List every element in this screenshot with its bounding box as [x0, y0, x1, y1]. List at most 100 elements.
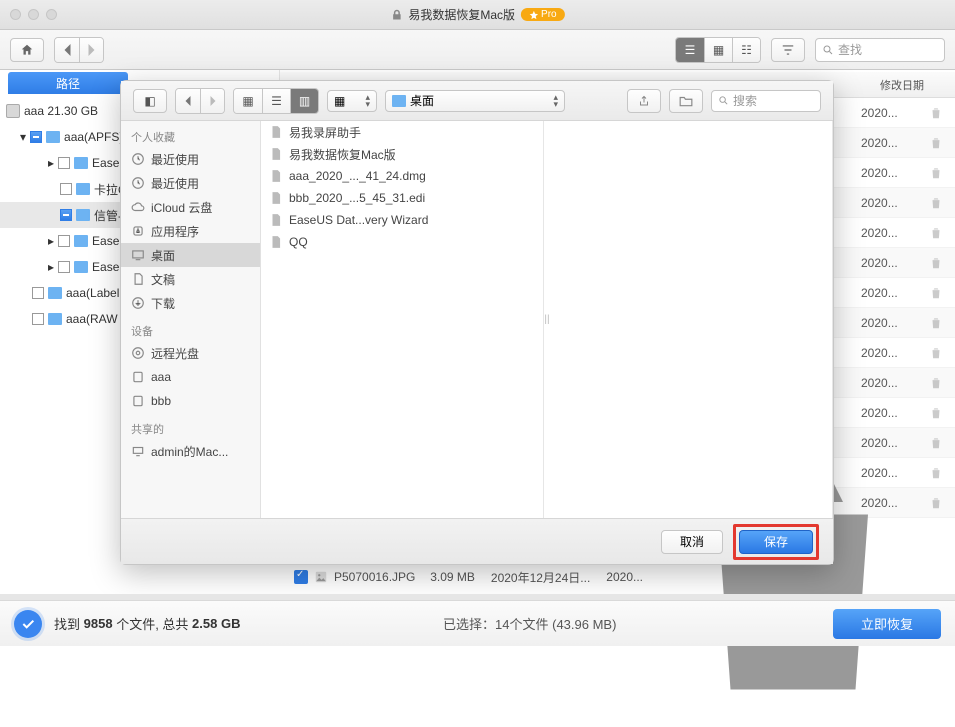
- column-item[interactable]: 易我录屏助手: [261, 121, 543, 143]
- cancel-button[interactable]: 取消: [661, 530, 723, 554]
- down-icon: [131, 296, 145, 310]
- sheet-nav[interactable]: [175, 88, 225, 114]
- sidebar-item[interactable]: aaa: [121, 365, 260, 389]
- sidebar-item[interactable]: 最近使用: [121, 147, 260, 171]
- column-view-button[interactable]: ☷: [732, 38, 760, 62]
- file-icon: [269, 147, 283, 161]
- found-count: 9858: [84, 616, 113, 631]
- filter-button[interactable]: [771, 38, 805, 62]
- checkbox-icon[interactable]: [30, 131, 42, 143]
- trash-icon[interactable]: [929, 406, 943, 420]
- folder-icon: [76, 209, 90, 221]
- column-item[interactable]: QQ: [261, 231, 543, 253]
- window-controls[interactable]: [10, 9, 57, 20]
- save-dialog-toolbar: ◧ ▦ ☰ ▥ ▦▴▾ 桌面 ▴▾ 搜索: [121, 81, 833, 121]
- column-view[interactable]: ▥: [290, 89, 318, 113]
- back-button[interactable]: [55, 38, 79, 62]
- trash-icon[interactable]: [929, 196, 943, 210]
- sidebar-toggle-button[interactable]: ◧: [133, 89, 167, 113]
- checkbox-icon[interactable]: [58, 235, 70, 247]
- trash-icon[interactable]: [929, 286, 943, 300]
- hdd-icon: [6, 104, 20, 118]
- recover-button[interactable]: 立即恢复: [833, 609, 941, 639]
- sidebar-section-favorites: 个人收藏: [121, 121, 260, 147]
- trash-icon[interactable]: [929, 106, 943, 120]
- forward-button[interactable]: [79, 38, 103, 62]
- sidebar-item[interactable]: 远程光盘: [121, 341, 260, 365]
- column-item[interactable]: EaseUS Dat...very Wizard: [261, 209, 543, 231]
- icon-view[interactable]: ▦: [234, 89, 262, 113]
- window-titlebar: 易我数据恢复Mac版 Pro: [0, 0, 955, 30]
- sidebar-item[interactable]: 应用程序: [121, 219, 260, 243]
- pro-badge: Pro: [521, 8, 565, 21]
- nav-back-forward[interactable]: [54, 37, 104, 63]
- sidebar-item[interactable]: admin的Mac...: [121, 439, 260, 463]
- clock-icon: [131, 152, 145, 166]
- search-icon: [718, 95, 729, 106]
- view-mode-toggle[interactable]: ☰ ▦ ☷: [675, 37, 761, 63]
- home-button[interactable]: [10, 38, 44, 62]
- forward-button[interactable]: [200, 89, 224, 113]
- list-view-button[interactable]: ☰: [676, 38, 704, 62]
- trash-icon[interactable]: [929, 316, 943, 330]
- sidebar-item[interactable]: 最近使用: [121, 171, 260, 195]
- checkbox-icon[interactable]: [58, 157, 70, 169]
- search-input[interactable]: 查找: [815, 38, 945, 62]
- trash-icon[interactable]: [929, 256, 943, 270]
- file-icon: [269, 235, 283, 249]
- image-file-icon: [314, 570, 328, 584]
- folder-icon: [74, 261, 88, 273]
- checkbox-icon[interactable]: [32, 313, 44, 325]
- grouping-select[interactable]: ▦▴▾: [327, 90, 377, 112]
- sidebar-item[interactable]: 文稿: [121, 267, 260, 291]
- zoom-window-icon[interactable]: [46, 9, 57, 20]
- minimize-window-icon[interactable]: [28, 9, 39, 20]
- back-button[interactable]: [176, 89, 200, 113]
- column-date[interactable]: 修改日期: [880, 77, 924, 93]
- file-column[interactable]: 易我录屏助手易我数据恢复Mac版aaa_2020_..._41_24.dmgbb…: [261, 121, 544, 518]
- checkbox-icon[interactable]: [32, 287, 44, 299]
- list-view[interactable]: ☰: [262, 89, 290, 113]
- trash-icon[interactable]: [929, 226, 943, 240]
- trash-icon[interactable]: [929, 166, 943, 180]
- home-icon: [20, 43, 34, 57]
- new-folder-button[interactable]: [669, 89, 703, 113]
- path-tab[interactable]: 路径: [8, 72, 128, 94]
- hdd-icon: [131, 394, 145, 408]
- net-icon: [131, 444, 145, 458]
- sidebar-item[interactable]: 下载: [121, 291, 260, 315]
- trash-icon[interactable]: [929, 376, 943, 390]
- save-button[interactable]: 保存: [739, 530, 813, 554]
- sheet-search[interactable]: 搜索: [711, 90, 821, 112]
- sidebar-item[interactable]: bbb: [121, 389, 260, 413]
- folder-icon: [76, 183, 90, 195]
- checkbox-icon[interactable]: [60, 183, 72, 195]
- sidebar-item[interactable]: iCloud 云盘: [121, 195, 260, 219]
- column-item[interactable]: 易我数据恢复Mac版: [261, 143, 543, 165]
- grid-view-button[interactable]: ▦: [704, 38, 732, 62]
- trash-icon[interactable]: [929, 136, 943, 150]
- save-dialog-footer: 取消 保存: [121, 518, 833, 564]
- file-icon: [269, 191, 283, 205]
- file-column-empty: [550, 121, 833, 518]
- folder-icon: [46, 131, 60, 143]
- filter-icon: [781, 43, 795, 57]
- doc-icon: [131, 272, 145, 286]
- share-button[interactable]: [627, 89, 661, 113]
- column-item[interactable]: aaa_2020_..._41_24.dmg: [261, 165, 543, 187]
- checkbox-icon[interactable]: [294, 570, 308, 584]
- folder-icon: [48, 287, 62, 299]
- check-icon: [14, 610, 42, 638]
- checkbox-icon[interactable]: [58, 261, 70, 273]
- sidebar-section-devices: 设备: [121, 315, 260, 341]
- save-dialog: ◧ ▦ ☰ ▥ ▦▴▾ 桌面 ▴▾ 搜索 个人收藏: [120, 80, 834, 565]
- sidebar-item[interactable]: 桌面: [121, 243, 260, 267]
- file-row[interactable]: P5070016.JPG 3.09 MB 2020年12月24日... 2020…: [282, 564, 955, 590]
- location-select[interactable]: 桌面 ▴▾: [385, 90, 565, 112]
- sheet-view-toggle[interactable]: ▦ ☰ ▥: [233, 88, 319, 114]
- column-item[interactable]: bbb_2020_...5_45_31.edi: [261, 187, 543, 209]
- checkbox-icon[interactable]: [60, 209, 72, 221]
- close-window-icon[interactable]: [10, 9, 21, 20]
- trash-icon[interactable]: [929, 346, 943, 360]
- disc-icon: [131, 346, 145, 360]
